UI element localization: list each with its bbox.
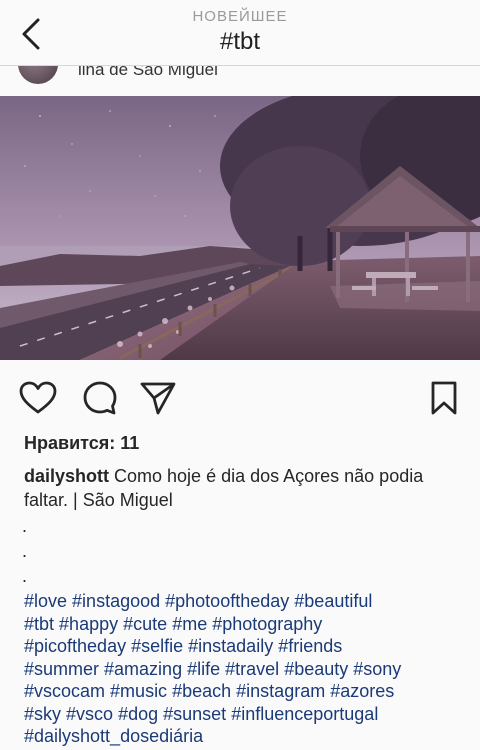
landscape-image bbox=[0, 96, 480, 360]
hashtag-line: #sky #vsco #dog #sunset #influenceportug… bbox=[24, 703, 474, 726]
caption-dot: . bbox=[22, 541, 28, 561]
hashtag-line: #vscocam #music #beach #instagram #azore… bbox=[24, 680, 474, 703]
hashtag-link[interactable]: #life bbox=[187, 659, 220, 679]
top-nav-bar: НОВЕЙШЕЕ #tbt bbox=[0, 0, 480, 66]
feed-sort-label: НОВЕЙШЕЕ bbox=[192, 8, 288, 25]
avatar[interactable] bbox=[18, 66, 58, 84]
hashtag-link[interactable]: #azores bbox=[330, 681, 394, 701]
hashtag-link[interactable]: #love bbox=[24, 591, 67, 611]
hashtag-link[interactable]: #dailyshott_dosediária bbox=[24, 726, 203, 746]
post-photo[interactable] bbox=[0, 96, 480, 360]
hashtag-link[interactable]: #influenceportugal bbox=[231, 704, 378, 724]
post-header: ilha de São Miguel bbox=[0, 66, 480, 96]
hashtag-line: #love #instagood #photooftheday #beautif… bbox=[24, 590, 474, 613]
hashtag-link[interactable]: #selfie bbox=[131, 636, 183, 656]
hashtag-line: #dailyshott_dosediária bbox=[24, 725, 474, 748]
caption-username[interactable]: dailyshott bbox=[24, 466, 109, 486]
hashtag-link[interactable]: #beach bbox=[172, 681, 231, 701]
comment-button[interactable] bbox=[80, 378, 120, 418]
hashtag-link[interactable]: #happy bbox=[59, 614, 118, 634]
hashtag-link[interactable]: #sony bbox=[353, 659, 401, 679]
hashtag-link[interactable]: #vsco bbox=[66, 704, 113, 724]
hashtag-link[interactable]: #dog bbox=[118, 704, 158, 724]
hashtag-line: #summer #amazing #life #travel #beauty #… bbox=[24, 658, 474, 681]
share-button[interactable] bbox=[138, 378, 178, 418]
hashtag-link[interactable]: #music bbox=[110, 681, 167, 701]
hashtag-line: #tbt #happy #cute #me #photography bbox=[24, 613, 474, 636]
caption-dots: . . . bbox=[22, 514, 27, 589]
hashtag-link[interactable]: #vscocam bbox=[24, 681, 105, 701]
caption-dot: . bbox=[22, 566, 28, 586]
hashtag-link[interactable]: #beauty bbox=[284, 659, 348, 679]
hashtag-link[interactable]: #picoftheday bbox=[24, 636, 126, 656]
comment-bubble-icon bbox=[83, 381, 117, 415]
hashtag-link[interactable]: #friends bbox=[278, 636, 342, 656]
hashtag-link[interactable]: #me bbox=[172, 614, 207, 634]
heart-outline-icon bbox=[19, 381, 57, 414]
hashtag-link[interactable]: #sky bbox=[24, 704, 61, 724]
caption-dot: . bbox=[22, 516, 28, 536]
page-title: #tbt bbox=[219, 28, 261, 55]
hashtag-link[interactable]: #tbt bbox=[24, 614, 54, 634]
hashtag-line: #picoftheday #selfie #instadaily #friend… bbox=[24, 635, 474, 658]
hashtag-link[interactable]: #instagood bbox=[72, 591, 160, 611]
hashtag-link[interactable]: #sunset bbox=[163, 704, 226, 724]
hashtag-link[interactable]: #travel bbox=[225, 659, 279, 679]
post-actions bbox=[0, 374, 480, 420]
hashtag-link[interactable]: #beautiful bbox=[294, 591, 372, 611]
hashtag-link[interactable]: #instadaily bbox=[188, 636, 273, 656]
hashtag-link[interactable]: #summer bbox=[24, 659, 99, 679]
hashtag-link[interactable]: #photooftheday bbox=[165, 591, 289, 611]
likes-count[interactable]: Нравится: 11 bbox=[24, 433, 139, 454]
hashtag-link[interactable]: #amazing bbox=[104, 659, 182, 679]
hashtag-link[interactable]: #cute bbox=[123, 614, 167, 634]
like-button[interactable] bbox=[18, 378, 58, 418]
post-caption: dailyshott Como hoje é dia dos Açores nã… bbox=[24, 464, 464, 512]
hashtag-list: #love #instagood #photooftheday #beautif… bbox=[24, 590, 474, 748]
bookmark-icon bbox=[431, 381, 457, 415]
hashtag-link[interactable]: #photography bbox=[212, 614, 322, 634]
paper-plane-icon bbox=[140, 382, 176, 415]
post-location[interactable]: ilha de São Miguel bbox=[78, 66, 218, 80]
hashtag-link[interactable]: #instagram bbox=[236, 681, 325, 701]
save-button[interactable] bbox=[424, 378, 464, 418]
